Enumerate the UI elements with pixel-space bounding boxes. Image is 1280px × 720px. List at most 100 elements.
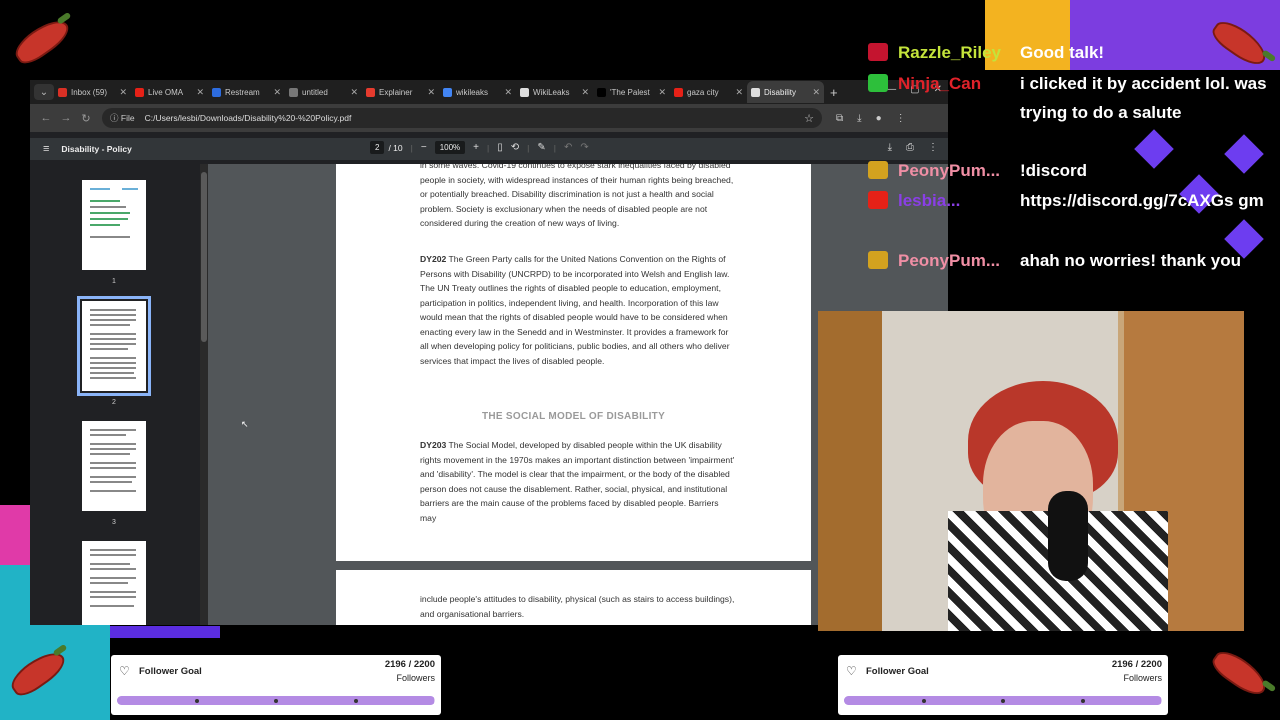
browser-tab[interactable]: Restream ✕ bbox=[208, 81, 285, 103]
tab-title: Explainer bbox=[379, 87, 413, 97]
thumbnail-page-4[interactable] bbox=[82, 541, 146, 625]
gmail-icon bbox=[58, 87, 67, 97]
tab-search-icon[interactable]: ⌄ bbox=[34, 84, 54, 100]
sidebar-menu-icon[interactable]: ≡ bbox=[43, 143, 49, 155]
tab-title: gaza city bbox=[687, 87, 719, 97]
slides-icon bbox=[366, 87, 375, 97]
chat-overlay: Razzle_Riley Good talk! Ninja_Can i clicked… bbox=[860, 38, 1280, 330]
chat-text: Good talk! bbox=[1020, 43, 1105, 62]
fit-page-icon[interactable]: ▯ bbox=[497, 142, 503, 153]
tab-close-icon[interactable]: ✕ bbox=[735, 87, 743, 98]
pdf-page-2: in some waves. Covid-19 continues to exp… bbox=[336, 164, 811, 561]
address-bar: ← → ↻ ⓘ File C:/Users/lesbi/Downloads/Di… bbox=[30, 104, 948, 132]
clause-code: DY203 bbox=[420, 440, 447, 450]
thumbnail-page-1[interactable] bbox=[82, 180, 146, 270]
goal-count: 2196 / 2200 bbox=[384, 659, 435, 670]
browser-tab[interactable]: Inbox (59) ✕ bbox=[54, 81, 131, 103]
tab-close-icon[interactable]: ✕ bbox=[273, 87, 281, 98]
divider: | bbox=[553, 142, 556, 153]
paragraph-intro: in some waves. Covid-19 continues to exp… bbox=[420, 164, 734, 228]
chat-username: Razzle_Riley bbox=[898, 43, 1001, 62]
browser-tab[interactable]: WikiLeaks ✕ bbox=[516, 81, 593, 103]
browser-tab[interactable]: Explainer ✕ bbox=[362, 81, 439, 103]
extensions-icon[interactable]: ⧉ bbox=[836, 113, 843, 124]
browser-tab[interactable]: wikileaks ✕ bbox=[439, 81, 516, 103]
bookmark-star-icon[interactable]: ☆ bbox=[804, 112, 814, 125]
clause-code: DY202 bbox=[420, 254, 447, 264]
redo-icon[interactable]: ↷ bbox=[580, 142, 588, 153]
tab-title: 'The Palest bbox=[610, 87, 650, 97]
chat-username: PeonyPum... bbox=[898, 251, 1001, 270]
thumbnail-page-2[interactable] bbox=[77, 296, 151, 396]
rotate-icon[interactable]: ⟲ bbox=[511, 142, 519, 153]
zoom-input[interactable]: 100% bbox=[434, 141, 466, 154]
tab-close-icon[interactable]: ✕ bbox=[427, 87, 435, 98]
thumbnail-label: 2 bbox=[112, 399, 116, 406]
clause-text: The Green Party calls for the United Nat… bbox=[420, 254, 730, 366]
browser-tab[interactable]: gaza city ✕ bbox=[670, 81, 747, 103]
zoom-in-icon[interactable]: + bbox=[473, 142, 479, 153]
tab-close-icon[interactable]: ✕ bbox=[350, 87, 358, 98]
tab-title: Restream bbox=[225, 87, 260, 97]
tab-title: Disability bbox=[764, 87, 797, 97]
browser-window: ⌄ Inbox (59) ✕ Live OMA ✕ Restream ✕ untitled ✕… bbox=[30, 80, 948, 625]
tab-close-icon[interactable]: ✕ bbox=[504, 87, 512, 98]
scrollbar-thumb[interactable] bbox=[201, 172, 207, 342]
goal-label: Follower Goal bbox=[866, 666, 929, 677]
goal-progress-bar bbox=[844, 696, 1162, 705]
tab-list: Inbox (59) ✕ Live OMA ✕ Restream ✕ untitled ✕ Ex… bbox=[54, 81, 824, 103]
divider: | bbox=[527, 142, 530, 153]
goal-progress-bar bbox=[117, 696, 435, 705]
tab-close-icon[interactable]: ✕ bbox=[196, 87, 204, 98]
section-heading: THE SOCIAL MODEL OF DISABILITY bbox=[481, 411, 666, 422]
site-info-icon[interactable]: ⓘ File bbox=[110, 112, 135, 124]
browser-tab[interactable]: Disability ✕ bbox=[747, 81, 824, 103]
heart-icon: ♡ bbox=[846, 664, 857, 678]
tab-strip: ⌄ Inbox (59) ✕ Live OMA ✕ Restream ✕ untitled ✕… bbox=[30, 80, 948, 104]
google-icon bbox=[443, 87, 452, 97]
follower-goal-widget: ♡ Follower Goal 2196 / 2200 Followers bbox=[111, 655, 441, 715]
forward-icon[interactable]: → bbox=[56, 112, 76, 124]
youtube-icon bbox=[135, 87, 144, 97]
goal-count: 2196 / 2200 bbox=[1111, 659, 1162, 670]
page-total: / 10 bbox=[388, 142, 403, 153]
url-input[interactable]: ⓘ File C:/Users/lesbi/Downloads/Disabili… bbox=[102, 108, 822, 128]
chat-text: !discord bbox=[1020, 161, 1088, 180]
user-badge-icon bbox=[868, 191, 888, 209]
tab-close-icon[interactable]: ✕ bbox=[581, 87, 589, 98]
new-tab-icon[interactable]: + bbox=[830, 85, 838, 100]
browser-tab[interactable]: untitled ✕ bbox=[285, 81, 362, 103]
paragraph-dy203: DY203 The Social Model, developed by dis… bbox=[420, 438, 736, 525]
globe-icon bbox=[520, 87, 529, 97]
browser-tab[interactable]: Live OMA ✕ bbox=[131, 81, 208, 103]
tab-close-icon[interactable]: ✕ bbox=[812, 87, 820, 98]
undo-icon[interactable]: ↶ bbox=[564, 142, 572, 153]
clause-text: The Social Model, developed by disabled … bbox=[420, 440, 735, 523]
zoom-out-icon[interactable]: − bbox=[421, 142, 427, 153]
tab-title: wikileaks bbox=[456, 87, 489, 97]
follower-goal-widget: ♡ Follower Goal 2196 / 2200 Followers bbox=[838, 655, 1168, 715]
tab-close-icon[interactable]: ✕ bbox=[658, 87, 666, 98]
thumbnail-page-3[interactable] bbox=[82, 421, 146, 511]
annotate-icon[interactable]: ✎ bbox=[537, 142, 545, 153]
overlay-left-pink bbox=[0, 505, 30, 565]
pdf-title: Disability - Policy bbox=[61, 144, 132, 154]
chat-username: PeonyPum... bbox=[898, 161, 1001, 180]
medium-icon bbox=[597, 87, 606, 97]
thumbnail-scrollbar[interactable] bbox=[200, 164, 208, 625]
page-number-input[interactable]: 2 bbox=[370, 141, 385, 154]
user-badge-icon bbox=[868, 161, 888, 179]
pdf-toolbar: ≡ Disability - Policy 2 / 10 | − 100% + … bbox=[30, 138, 948, 160]
chat-username: Ninja_Can bbox=[898, 74, 982, 93]
back-icon[interactable]: ← bbox=[36, 112, 56, 124]
thumbnail-sidebar: 1 2 3 bbox=[30, 164, 208, 625]
chat-text: https://discord.gg/7cAXGs gm bbox=[1020, 191, 1264, 210]
reload-icon[interactable]: ↻ bbox=[76, 112, 96, 125]
tab-close-icon[interactable]: ✕ bbox=[119, 87, 127, 98]
webcam-microphone bbox=[1048, 491, 1088, 581]
browser-tab[interactable]: 'The Palest ✕ bbox=[593, 81, 670, 103]
tab-title: Live OMA bbox=[148, 87, 184, 97]
tab-title: untitled bbox=[302, 87, 328, 97]
chat-username: lesbia... bbox=[898, 191, 961, 210]
divider: | bbox=[410, 142, 413, 153]
